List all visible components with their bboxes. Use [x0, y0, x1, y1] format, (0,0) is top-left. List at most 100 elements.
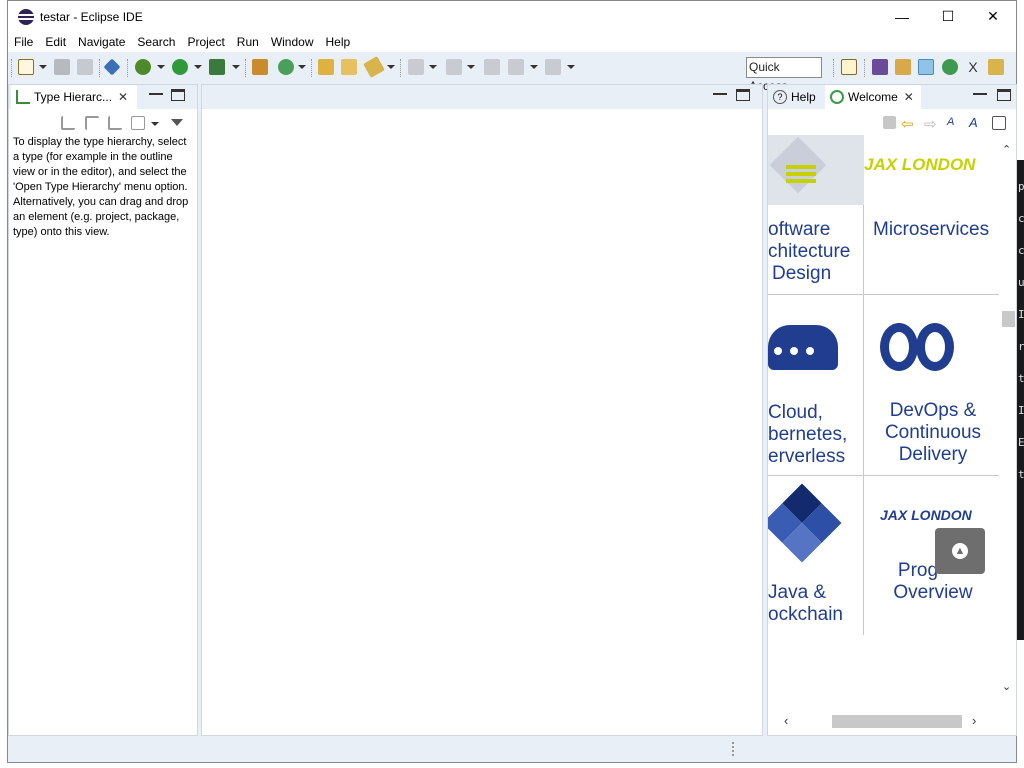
back-dropdown-icon[interactable]: [530, 65, 538, 69]
close-icon[interactable]: ✕: [118, 90, 128, 104]
tile-label: ockchain: [768, 604, 843, 625]
increase-font-icon[interactable]: A: [969, 115, 978, 130]
title-bar[interactable]: testar - Eclipse IDE — ☐ ✕: [8, 1, 1016, 32]
search-dropdown-icon[interactable]: [387, 65, 395, 69]
vertical-scrollbar[interactable]: ⌃ ⌄: [1000, 135, 1015, 697]
open-type-icon[interactable]: [318, 59, 334, 75]
tile-label: erverless: [768, 446, 846, 467]
menu-edit[interactable]: Edit: [39, 32, 72, 52]
show-type-hierarchy-icon[interactable]: [61, 116, 75, 130]
java-perspective-icon[interactable]: [918, 59, 934, 75]
tile-java-blockchain[interactable]: Java & ockchain: [768, 582, 858, 626]
customize-page-icon[interactable]: [992, 116, 1006, 130]
next-annotation-icon[interactable]: [408, 59, 424, 75]
open-perspective-icon[interactable]: [841, 59, 857, 75]
minimize-view-icon[interactable]: [149, 89, 163, 95]
terminal-char: E: [1018, 436, 1024, 449]
horizontal-scroll-thumb[interactable]: [832, 715, 962, 728]
team-perspective-icon[interactable]: [988, 59, 1004, 75]
search-icon[interactable]: [363, 56, 385, 78]
debug-perspective-icon[interactable]: [942, 59, 958, 75]
tile-microservices[interactable]: Microservices: [873, 219, 999, 241]
resource-perspective-icon[interactable]: [895, 59, 911, 75]
tile-label: Delivery: [898, 444, 968, 465]
xml-perspective-icon[interactable]: X: [965, 59, 981, 75]
jax-london-logo: JAX LONDON: [864, 155, 976, 174]
open-task-icon[interactable]: [341, 59, 357, 75]
last-edit-location-icon[interactable]: [484, 59, 500, 75]
horizontal-scrollbar[interactable]: ‹ ›: [768, 713, 1000, 729]
minimize-view-icon[interactable]: [713, 89, 727, 95]
maximize-view-icon[interactable]: [736, 89, 750, 101]
show-subtype-hierarchy-icon[interactable]: [108, 116, 122, 130]
save-icon[interactable]: [54, 59, 70, 75]
tab-welcome[interactable]: Welcome ✕: [825, 85, 921, 109]
menu-project[interactable]: Project: [181, 32, 230, 52]
infinity-loop: [880, 323, 918, 371]
back-arrow-icon[interactable]: ⇦: [901, 115, 914, 133]
help-icon: ?: [773, 90, 787, 104]
grid-divider: [768, 294, 999, 295]
forward-icon[interactable]: [545, 59, 561, 75]
external-tools-icon[interactable]: [209, 59, 225, 75]
tile-label: Overview: [893, 582, 973, 603]
toolbar-separator: [400, 59, 401, 77]
quick-access-field[interactable]: Quick Access: [746, 57, 822, 93]
scroll-to-top-button[interactable]: ▲: [935, 528, 985, 574]
menu-search[interactable]: Search: [131, 32, 181, 52]
run-dropdown-icon[interactable]: [194, 65, 202, 69]
menu-help[interactable]: Help: [320, 32, 357, 52]
save-all-icon[interactable]: [77, 59, 93, 75]
forward-arrow-icon[interactable]: ⇨: [924, 115, 937, 133]
scroll-left-icon[interactable]: ‹: [784, 713, 788, 728]
history-icon[interactable]: [131, 116, 145, 130]
minimize-view-icon[interactable]: [973, 89, 987, 95]
maximize-button[interactable]: ☐: [925, 1, 971, 32]
new-package-icon[interactable]: [252, 59, 268, 75]
tile-label: oftware: [768, 219, 831, 240]
maximize-view-icon[interactable]: [171, 89, 185, 101]
close-icon[interactable]: ✕: [904, 90, 914, 104]
status-bar-handle[interactable]: [732, 742, 734, 756]
skip-breakpoints-icon[interactable]: [103, 58, 121, 76]
scroll-down-icon[interactable]: ⌄: [1002, 680, 1011, 693]
menu-navigate[interactable]: Navigate: [72, 32, 131, 52]
back-icon[interactable]: [508, 59, 524, 75]
tab-type-hierarchy[interactable]: Type Hierarc... ✕: [11, 85, 137, 109]
home-icon[interactable]: [883, 116, 896, 129]
menu-file[interactable]: File: [8, 32, 39, 52]
external-tools-dropdown-icon[interactable]: [232, 65, 240, 69]
debug-dropdown-icon[interactable]: [157, 65, 165, 69]
tile-cloud-kubernetes[interactable]: Cloud, bernetes, erverless: [768, 402, 858, 468]
eclipse-window: testar - Eclipse IDE — ☐ ✕ File Edit Nav…: [7, 0, 1017, 763]
menu-window[interactable]: Window: [265, 32, 320, 52]
eclipse-logo-icon: [18, 8, 34, 25]
next-annotation-dropdown-icon[interactable]: [429, 65, 437, 69]
scroll-right-icon[interactable]: ›: [972, 713, 976, 728]
menu-run[interactable]: Run: [231, 32, 265, 52]
previous-annotation-icon[interactable]: [446, 59, 462, 75]
type-hierarchy-instructions: To display the type hierarchy, select a …: [13, 136, 189, 238]
previous-annotation-dropdown-icon[interactable]: [467, 65, 475, 69]
tab-help[interactable]: ? Help: [768, 85, 824, 109]
minimize-button[interactable]: —: [879, 1, 925, 32]
reduce-font-icon[interactable]: A: [947, 116, 954, 128]
scroll-up-icon[interactable]: ⌃: [1002, 143, 1011, 156]
view-menu-icon[interactable]: [171, 119, 183, 126]
java-ee-perspective-icon[interactable]: [872, 59, 888, 75]
tile-devops[interactable]: DevOps & Continuous Delivery: [868, 400, 998, 466]
toolbar-separator: [245, 59, 246, 77]
new-class-icon[interactable]: [278, 59, 294, 75]
run-icon[interactable]: [172, 59, 188, 75]
forward-dropdown-icon[interactable]: [567, 65, 575, 69]
new-class-dropdown-icon[interactable]: [298, 65, 306, 69]
close-button[interactable]: ✕: [970, 1, 1016, 32]
debug-icon[interactable]: [135, 59, 151, 75]
show-supertype-hierarchy-icon[interactable]: [85, 116, 99, 130]
new-icon[interactable]: [18, 59, 34, 75]
vertical-scroll-thumb[interactable]: [1002, 311, 1015, 327]
maximize-view-icon[interactable]: [997, 89, 1011, 101]
new-dropdown-icon[interactable]: [39, 65, 47, 69]
tile-software-architecture[interactable]: oftware chitecture Design: [768, 219, 850, 285]
history-dropdown-icon[interactable]: [151, 122, 159, 126]
